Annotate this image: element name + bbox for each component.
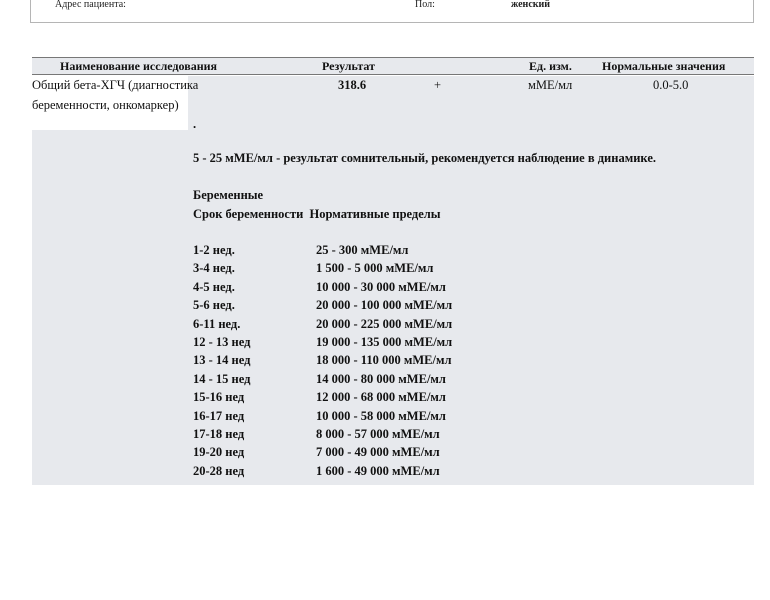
range-term: 17-18 нед: [193, 427, 245, 441]
range-term: 6-11 нед.: [193, 316, 241, 331]
doubtful-note: 5 - 25 мМЕ/мл - результат сомнительный, …: [193, 151, 656, 165]
results-table: Наименование исследования Результат Ед. …: [32, 57, 754, 485]
range-value: 1 500 - 5 000 мМЕ/мл: [316, 261, 434, 276]
patient-sex-label: Пол:: [415, 0, 435, 10]
range-value: 12 000 - 68 000 мМЕ/мл: [316, 390, 446, 405]
range-value: 10 000 - 58 000 мМЕ/мл: [316, 408, 446, 423]
note-dot: .: [193, 117, 197, 131]
range-term: 19-20 нед: [193, 445, 245, 460]
header-result: Результат: [322, 59, 376, 73]
pregnancy-columns-heading: Срок беременности Нормативные пределы: [193, 207, 441, 222]
range-value: 20 000 - 100 000 мМЕ/мл: [316, 298, 453, 313]
header-normal-values: Нормальные значения: [602, 59, 726, 73]
table-body: Общий бета-ХГЧ (диагностика беременности…: [32, 76, 754, 485]
range-term: 5-6 нед.: [193, 298, 235, 313]
range-value: 10 000 - 30 000 мМЕ/мл: [316, 279, 446, 294]
range-term: 3-4 нед.: [193, 261, 235, 276]
range-term: 20-28 нед: [193, 463, 245, 478]
range-value: 18 000 - 110 000 мМЕ/мл: [316, 353, 452, 368]
range-term: 4-5 нед.: [193, 279, 235, 294]
range-term: 12 - 13 нед: [193, 335, 251, 349]
unit-value: мМЕ/мл: [528, 78, 573, 92]
range-term: 16-17 нед: [193, 408, 245, 423]
normal-range-value: 0.0-5.0: [653, 78, 689, 92]
patient-info-box: Адрес пациента: Пол: женский: [30, 0, 754, 23]
test-name-line2: беременности, онкомаркер): [32, 98, 179, 112]
patient-sex-value: женский: [511, 0, 551, 10]
col-term-label: Срок беременности: [193, 207, 304, 221]
range-value: 25 - 300 мМЕ/мл: [316, 243, 409, 257]
patient-address-label: Адрес пациента:: [55, 0, 126, 10]
range-term: 14 - 15 нед: [193, 371, 251, 386]
header-unit: Ед. изм.: [529, 59, 572, 73]
table-header: Наименование исследования Результат Ед. …: [32, 57, 754, 75]
range-value: 19 000 - 135 000 мМЕ/мл: [316, 335, 453, 349]
col-limits-label: Нормативные пределы: [309, 207, 441, 221]
range-value: 1 600 - 49 000 мМЕ/мл: [316, 463, 440, 478]
range-term: 13 - 14 нед: [193, 353, 251, 368]
range-term: 1-2 нед.: [193, 243, 235, 257]
range-term: 15-16 нед: [193, 390, 245, 405]
range-value: 14 000 - 80 000 мМЕ/мл: [316, 371, 446, 386]
range-value: 8 000 - 57 000 мМЕ/мл: [316, 427, 440, 441]
range-value: 7 000 - 49 000 мМЕ/мл: [316, 445, 440, 460]
result-flag: +: [434, 78, 442, 92]
test-name-line1: Общий бета-ХГЧ (диагностика: [32, 78, 199, 92]
range-value: 20 000 - 225 000 мМЕ/мл: [316, 316, 453, 331]
result-value: 318.6: [338, 78, 367, 92]
header-test-name: Наименование исследования: [60, 59, 218, 73]
pregnant-title: Беременные: [193, 188, 264, 202]
